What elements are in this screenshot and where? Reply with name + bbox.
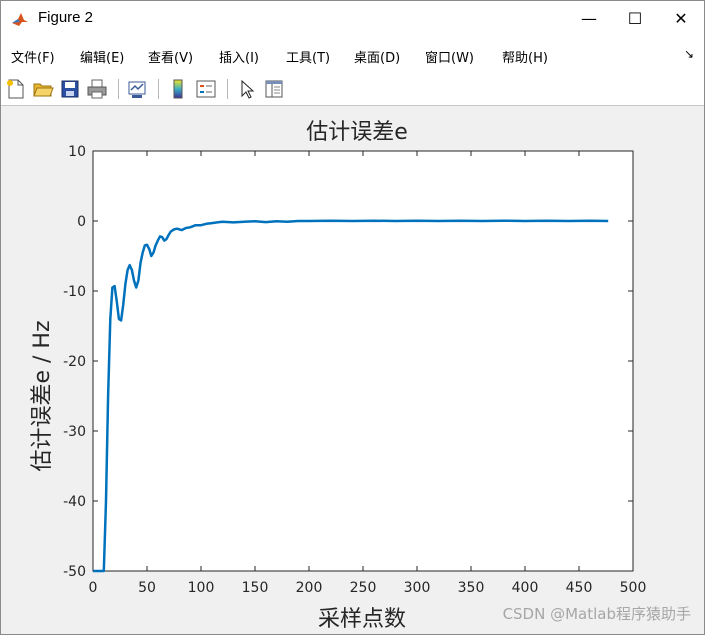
y-axis-label: 估计误差e / Hz [30, 320, 55, 471]
toolbar-separator [158, 79, 159, 99]
y-tick-label: 10 [68, 144, 86, 160]
save-icon[interactable] [59, 78, 81, 100]
toolbar [1, 73, 704, 106]
y-tick-label: -10 [63, 284, 86, 300]
figure-canvas: 估计误差e 0 50 100 150 200 250 300 350 400 450 500 10 0-… [1, 106, 704, 634]
x-axis-label: 采样点数 [318, 607, 406, 632]
x-tick-label: 350 [458, 580, 485, 596]
figure-window: Figure 2 — ☐ ✕ 文件(F) 编辑(E) 查看(V) 插入(I) 工… [0, 0, 705, 635]
x-tick-label: 250 [350, 580, 377, 596]
y-tick-label: -20 [63, 354, 86, 370]
chart-title: 估计误差e [306, 120, 408, 145]
maximize-button[interactable]: ☐ [612, 1, 658, 37]
x-tick-label: 200 [296, 580, 323, 596]
menu-view[interactable]: 查看(V) [148, 47, 193, 66]
close-button[interactable]: ✕ [658, 1, 704, 37]
toolbar-separator [227, 79, 228, 99]
x-tick-label: 100 [188, 580, 215, 596]
menu-file[interactable]: 文件(F) [11, 47, 55, 66]
pointer-icon[interactable] [236, 78, 258, 100]
x-tick-label: 50 [138, 580, 156, 596]
property-editor-icon[interactable] [263, 78, 285, 100]
minimize-button[interactable]: — [566, 1, 612, 37]
window-title: Figure 2 [38, 9, 94, 26]
menu-desktop[interactable]: 桌面(D) [354, 47, 400, 66]
x-tick-label: 500 [620, 580, 647, 596]
dock-arrow-icon[interactable]: ↘ [684, 47, 694, 61]
x-tick-label: 300 [404, 580, 431, 596]
menu-tools[interactable]: 工具(T) [286, 47, 330, 66]
watermark-text: CSDN @Matlab程序猿助手 [503, 605, 691, 623]
colorbar-icon[interactable] [167, 78, 189, 100]
toolbar-separator [118, 79, 119, 99]
x-tick-label: 400 [512, 580, 539, 596]
y-tick-label: -40 [63, 494, 86, 510]
open-file-icon[interactable] [32, 78, 54, 100]
menu-edit[interactable]: 编辑(E) [80, 47, 124, 66]
new-figure-icon[interactable] [5, 78, 27, 100]
y-tick-label: -30 [63, 424, 86, 440]
x-tick-label: 0 [89, 580, 98, 596]
y-tick-label: 0 [77, 214, 86, 230]
x-tick-label: 450 [566, 580, 593, 596]
menu-window[interactable]: 窗口(W) [425, 47, 474, 66]
title-bar[interactable]: Figure 2 — ☐ ✕ [1, 1, 704, 39]
x-tick-label: 150 [242, 580, 269, 596]
menu-bar: 文件(F) 编辑(E) 查看(V) 插入(I) 工具(T) 桌面(D) 窗口(W… [1, 39, 704, 73]
chart-svg: 估计误差e 0 50 100 150 200 250 300 350 400 450 500100-… [30, 120, 691, 632]
axes-box [92, 150, 634, 572]
link-plot-icon[interactable] [126, 78, 148, 100]
legend-icon[interactable] [195, 78, 217, 100]
print-icon[interactable] [86, 78, 108, 100]
y-tick-label: -50 [63, 564, 86, 580]
menu-insert[interactable]: 插入(I) [219, 47, 259, 66]
menu-help[interactable]: 帮助(H) [502, 47, 548, 66]
matlab-logo-icon [11, 10, 29, 28]
